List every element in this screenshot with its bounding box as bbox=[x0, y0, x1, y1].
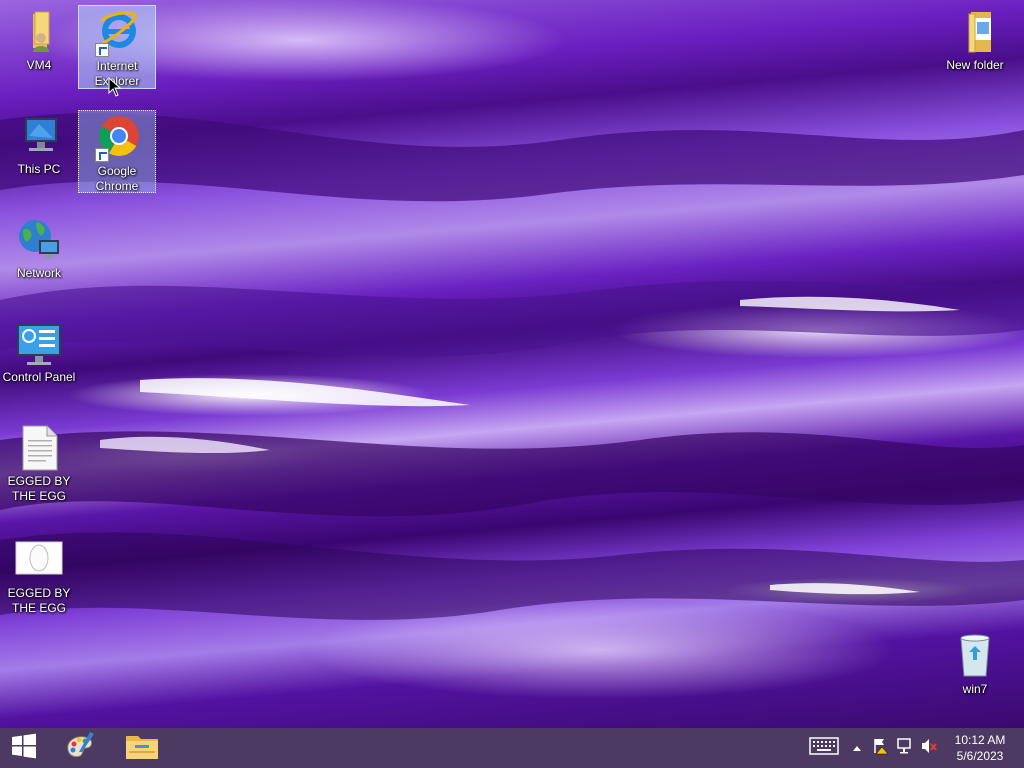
network-icon bbox=[896, 737, 914, 760]
recycle-bin-icon bbox=[951, 632, 999, 680]
clock-date: 5/6/2023 bbox=[956, 749, 1004, 763]
desktop-icon-label: EGGED BY THE EGG bbox=[7, 586, 71, 615]
taskbar-file-explorer-button[interactable] bbox=[118, 728, 166, 768]
desktop-icon-label: Network bbox=[16, 266, 61, 280]
shortcut-arrow-icon bbox=[95, 148, 109, 162]
start-button[interactable] bbox=[0, 728, 48, 768]
taskbar: 10:12 AM 5/6/2023 bbox=[0, 728, 1024, 768]
text-document-icon bbox=[15, 424, 63, 472]
internet-explorer-icon bbox=[93, 9, 141, 57]
desktop-icon-label: Control Panel bbox=[2, 370, 76, 384]
desktop-icon-this-pc[interactable]: This PC bbox=[0, 109, 78, 177]
desktop-icon-control-panel[interactable]: Control Panel bbox=[0, 317, 78, 385]
desktop-icon-egged-file-2[interactable]: EGGED BY THE EGG bbox=[0, 533, 78, 616]
desktop-icon-label: VM4 bbox=[26, 58, 52, 72]
windows-logo-icon bbox=[11, 733, 37, 764]
network-globe-icon bbox=[15, 216, 63, 264]
shortcut-arrow-icon bbox=[95, 43, 109, 57]
computer-monitor-icon bbox=[15, 112, 63, 160]
tray-keyboard-button[interactable] bbox=[808, 728, 840, 768]
file-explorer-icon bbox=[125, 731, 159, 766]
taskbar-paint-button[interactable] bbox=[56, 728, 104, 768]
mouse-cursor-icon bbox=[108, 76, 122, 102]
tray-volume-button[interactable] bbox=[918, 728, 940, 768]
taskbar-clock[interactable]: 10:12 AM 5/6/2023 bbox=[950, 732, 1010, 764]
desktop-icon-label: New folder bbox=[946, 58, 1004, 72]
desktop-icon-recycle-bin[interactable]: win7 bbox=[936, 629, 1014, 697]
show-hidden-icons-icon bbox=[852, 739, 862, 757]
desktop-icon-label: win7 bbox=[962, 682, 988, 696]
action-center-flag-icon bbox=[872, 737, 890, 760]
keyboard-icon bbox=[809, 736, 839, 760]
desktop-icon-label: This PC bbox=[17, 162, 61, 176]
control-panel-icon bbox=[15, 320, 63, 368]
user-folder-icon bbox=[15, 8, 63, 56]
desktop-icon-egged-file-1[interactable]: EGGED BY THE EGG bbox=[0, 421, 78, 504]
folder-icon bbox=[951, 8, 999, 56]
volume-muted-icon bbox=[920, 737, 938, 760]
chrome-icon bbox=[93, 114, 141, 162]
egg-image-icon bbox=[15, 536, 63, 584]
desktop-icon-vm4[interactable]: VM4 bbox=[0, 5, 78, 73]
desktop-icon-network[interactable]: Network bbox=[0, 213, 78, 281]
show-hidden-icons-button[interactable] bbox=[848, 728, 866, 768]
paint-palette-icon bbox=[64, 730, 96, 767]
tray-action-center-button[interactable] bbox=[870, 728, 892, 768]
clock-time: 10:12 AM bbox=[954, 733, 1006, 747]
desktop-icon-new-folder[interactable]: New folder bbox=[936, 5, 1014, 73]
desktop-icon-label: Google Chrome bbox=[95, 164, 139, 193]
desktop-icon-google-chrome[interactable]: Google Chrome bbox=[78, 110, 156, 193]
tray-network-button[interactable] bbox=[894, 728, 916, 768]
desktop-icon-label: EGGED BY THE EGG bbox=[7, 474, 71, 503]
